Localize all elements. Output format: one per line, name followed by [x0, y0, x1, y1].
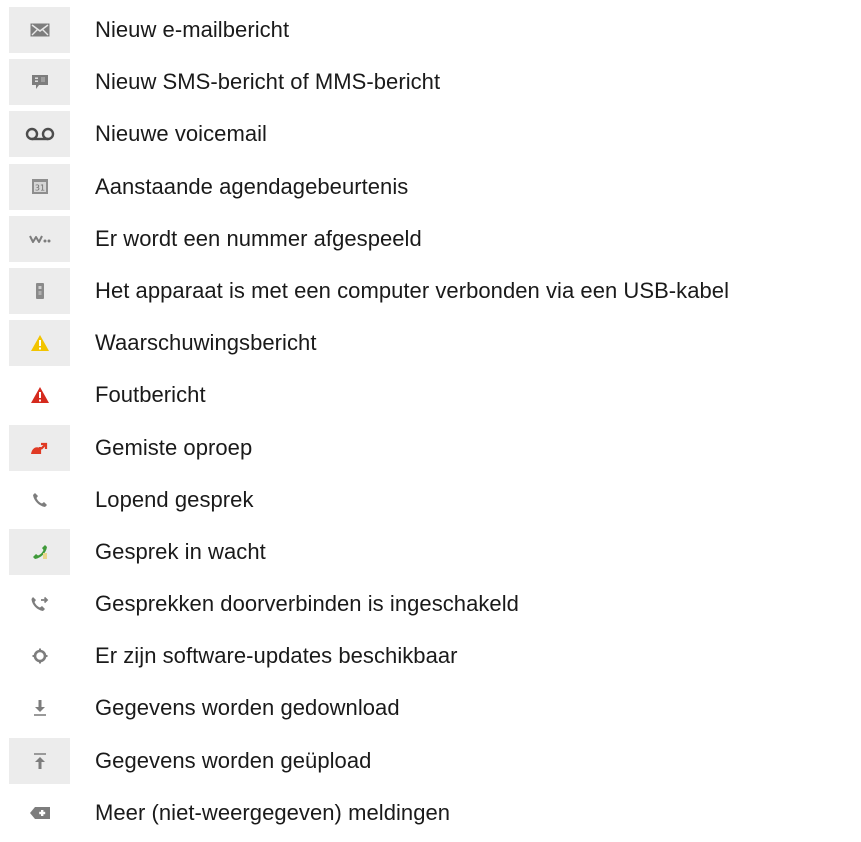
list-item: Foutbericht — [0, 372, 861, 424]
icon-cell — [9, 633, 70, 679]
icon-cell — [9, 737, 70, 784]
list-item: Er wordt een nummer afgespeeld — [0, 215, 861, 268]
item-label: Gemiste oproep — [95, 434, 253, 460]
calendar-icon: 31 — [31, 178, 49, 195]
item-label: Gesprek in wacht — [95, 538, 266, 564]
downloading-icon — [33, 699, 47, 717]
warning-icon — [30, 334, 50, 352]
usb-icon — [34, 282, 46, 300]
status-icon-list: Nieuw e-mailbericht Nieuw SMS-bericht of… — [0, 7, 861, 842]
more-notifications-icon — [29, 806, 51, 820]
list-item: 31 Aanstaande agendagebeurtenis — [0, 163, 861, 216]
list-item: Meer (niet-weergegeven) meldingen — [0, 790, 861, 842]
item-label: Nieuw e-mailbericht — [95, 17, 290, 42]
item-label: Er wordt een nummer afgespeeld — [95, 225, 422, 251]
item-label: Nieuwe voicemail — [95, 121, 267, 147]
list-item: Er zijn software-updates beschikbaar — [0, 633, 861, 685]
item-label: Er zijn software-updates beschikbaar — [95, 643, 458, 669]
music-playing-icon — [28, 233, 51, 245]
item-label: Lopend gesprek — [95, 486, 254, 512]
uploading-icon — [33, 752, 47, 770]
icon-cell: 31 — [9, 163, 70, 210]
icon-cell — [9, 581, 70, 627]
item-label: Foutbericht — [95, 382, 206, 408]
call-forwarding-icon — [31, 596, 49, 612]
list-item: Nieuw SMS-bericht of MMS-bericht — [0, 59, 861, 111]
list-item: Gegevens worden geüpload — [0, 737, 861, 790]
list-item: Nieuw e-mailbericht — [0, 7, 861, 59]
error-icon — [30, 386, 50, 404]
list-item: Gegevens worden gedownload — [0, 685, 861, 737]
new-email-icon — [30, 23, 50, 37]
new-message-icon — [31, 74, 49, 90]
item-label: Gegevens worden geüpload — [95, 747, 372, 773]
list-item: Lopend gesprek — [0, 477, 861, 529]
voicemail-icon — [25, 127, 55, 141]
list-item: Waarschuwingsbericht — [0, 320, 861, 372]
icon-cell — [9, 215, 70, 262]
icon-cell — [9, 320, 70, 367]
call-on-hold-icon — [32, 544, 48, 560]
icon-cell — [9, 111, 70, 158]
ongoing-call-icon — [32, 492, 48, 508]
list-item: Het apparaat is met een computer verbond… — [0, 267, 861, 320]
item-label: Waarschuwingsbericht — [95, 330, 317, 356]
item-label: Gegevens worden gedownload — [95, 695, 400, 721]
icon-cell — [9, 372, 70, 418]
item-label: Gesprekken doorverbinden is ingeschakeld — [95, 591, 519, 617]
icon-cell — [9, 424, 70, 471]
item-label: Aanstaande agendagebeurtenis — [95, 173, 409, 199]
list-item: Nieuwe voicemail — [0, 111, 861, 163]
icon-cell — [9, 528, 70, 575]
icon-cell — [9, 59, 70, 106]
icon-cell — [9, 267, 70, 314]
missed-call-icon — [30, 440, 50, 456]
icon-cell — [9, 477, 70, 523]
software-update-icon — [32, 648, 48, 664]
icon-cell — [9, 685, 70, 731]
list-item: Gemiste oproep — [0, 424, 861, 477]
item-label: Nieuw SMS-bericht of MMS-bericht — [95, 69, 441, 95]
item-label: Meer (niet-weergegeven) meldingen — [95, 799, 451, 825]
list-item: Gesprekken doorverbinden is ingeschakeld — [0, 581, 861, 633]
icon-cell — [9, 790, 70, 836]
icon-cell — [9, 7, 70, 53]
svg-text:31: 31 — [34, 184, 44, 193]
list-item: Gesprek in wacht — [0, 528, 861, 581]
item-label: Het apparaat is met een computer verbond… — [95, 277, 730, 303]
